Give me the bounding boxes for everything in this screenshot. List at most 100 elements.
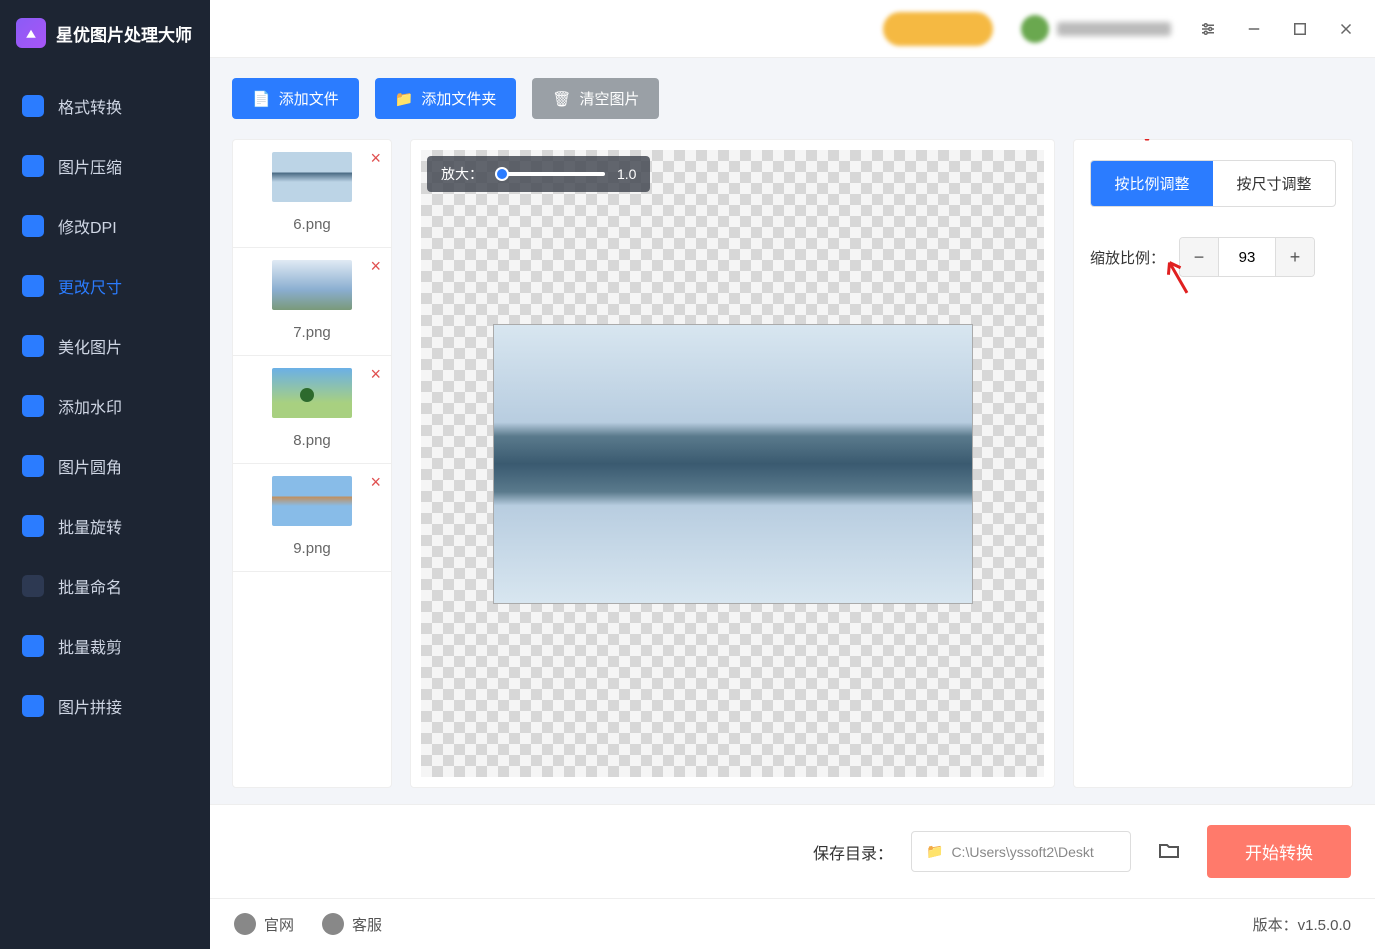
nav-dpi[interactable]: 修改DPI [0,196,210,256]
nav-label: 格式转换 [58,94,122,118]
dpi-icon [22,215,44,237]
file-list: × 6.png × 7.png × 8.png ×9.png [232,139,392,788]
thumbnail [272,368,352,418]
add-file-button[interactable]: 📄 添加文件 [232,78,359,119]
nav-label: 美化图片 [58,334,122,358]
close-icon[interactable] [1337,20,1355,38]
stitch-icon [22,695,44,717]
browse-folder-button[interactable] [1149,830,1189,873]
titlebar [210,0,1375,58]
support-icon [322,913,344,935]
clear-button[interactable]: 🗑清空图片 [532,78,659,119]
file-item[interactable]: × 7.png [233,248,391,356]
path-text: C:\Users\yssoft2\Deskt [951,844,1093,860]
compress-icon [22,155,44,177]
checkerboard [421,150,1044,777]
globe-icon [234,913,256,935]
folder-icon: 📁 [395,90,414,108]
convert-icon [22,95,44,117]
resize-icon [22,275,44,297]
main: 📄 添加文件 📁添加文件夹 🗑清空图片 × 6.png × 7.png × 8.png … [210,0,1375,949]
beautify-icon [22,335,44,357]
zoom-control[interactable]: 放大： 1.0 [427,156,650,192]
zoom-slider[interactable] [495,172,605,176]
save-label: 保存目录： [813,840,893,864]
increase-button[interactable]: + [1276,238,1314,276]
zoom-label: 放大： [441,164,483,184]
remove-icon[interactable]: × [370,472,381,493]
link-label: 官网 [264,914,294,935]
trash-icon: 🗑 [552,90,571,108]
thumbnail [272,476,352,526]
canvas: 放大： 1.0 [410,139,1055,788]
sidebar: 星优图片处理大师 格式转换 图片压缩 修改DPI 更改尺寸 美化图片 添加水印 … [0,0,210,949]
btn-label: 添加文件 [279,88,339,109]
file-item[interactable]: × 8.png [233,356,391,464]
save-bar: 保存目录： 📁 C:\Users\yssoft2\Deskt 开始转换 [210,804,1375,898]
remove-icon[interactable]: × [370,364,381,385]
nav-rename[interactable]: 批量命名 [0,556,210,616]
ratio-stepper: − + [1179,237,1315,277]
ratio-input[interactable] [1218,238,1276,276]
file-item[interactable]: ×9.png [233,464,391,572]
annotation-arrow-icon [1132,139,1162,158]
slider-knob[interactable] [495,167,509,181]
nav-rotate[interactable]: 批量旋转 [0,496,210,556]
user-info[interactable] [1021,14,1171,44]
maximize-icon[interactable] [1291,20,1309,38]
version: 版本：v1.5.0.0 [1253,914,1351,935]
support-link[interactable]: 客服 [322,913,382,935]
add-folder-button[interactable]: 📁添加文件夹 [375,78,517,119]
ratio-field: 缩放比例： − + [1090,237,1336,277]
remove-icon[interactable]: × [370,256,381,277]
preview-image [493,324,973,604]
nav-resize[interactable]: 更改尺寸 [0,256,210,316]
nav-label: 批量旋转 [58,514,122,538]
nav-label: 图片拼接 [58,694,122,718]
nav-label: 修改DPI [58,214,117,238]
file-name: 8.png [241,432,383,449]
rename-icon [22,575,44,597]
rotate-icon [22,515,44,537]
watermark-icon [22,395,44,417]
tab-by-ratio[interactable]: 按比例调整 [1091,161,1213,206]
settings-icon[interactable] [1199,20,1217,38]
nav-stitch[interactable]: 图片拼接 [0,676,210,736]
nav-label: 图片圆角 [58,454,122,478]
thumbnail [272,260,352,310]
resize-tabs: 按比例调整 按尺寸调整 [1090,160,1336,207]
nav-corner[interactable]: 图片圆角 [0,436,210,496]
tab-by-size[interactable]: 按尺寸调整 [1213,161,1335,206]
settings-panel: 按比例调整 按尺寸调整 缩放比例： − + [1073,139,1353,788]
minimize-icon[interactable] [1245,20,1263,38]
nav-label: 批量裁剪 [58,634,122,658]
save-path-input[interactable]: 📁 C:\Users\yssoft2\Deskt [911,831,1131,872]
folder-icon: 📁 [926,843,943,860]
nav-beautify[interactable]: 美化图片 [0,316,210,376]
file-name: 6.png [241,216,383,233]
nav-label: 更改尺寸 [58,274,122,298]
file-icon: 📄 [252,90,271,108]
nav: 格式转换 图片压缩 修改DPI 更改尺寸 美化图片 添加水印 图片圆角 批量旋转… [0,66,210,949]
nav-watermark[interactable]: 添加水印 [0,376,210,436]
official-site-link[interactable]: 官网 [234,913,294,935]
nav-label: 添加水印 [58,394,122,418]
app-brand: 星优图片处理大师 [0,0,210,66]
nav-crop[interactable]: 批量裁剪 [0,616,210,676]
app-title: 星优图片处理大师 [56,21,192,46]
nav-label: 批量命名 [58,574,122,598]
link-label: 客服 [352,914,382,935]
username [1057,22,1171,36]
crop-icon [22,635,44,657]
thumbnail [272,152,352,202]
nav-compress[interactable]: 图片压缩 [0,136,210,196]
avatar-icon [1021,15,1049,43]
toolbar: 📄 添加文件 📁添加文件夹 🗑清空图片 [210,58,1375,139]
nav-format-convert[interactable]: 格式转换 [0,76,210,136]
start-convert-button[interactable]: 开始转换 [1207,825,1351,878]
file-item[interactable]: × 6.png [233,140,391,248]
account-badge[interactable] [883,12,993,46]
nav-label: 图片压缩 [58,154,122,178]
remove-icon[interactable]: × [370,148,381,169]
file-name: 7.png [241,324,383,341]
